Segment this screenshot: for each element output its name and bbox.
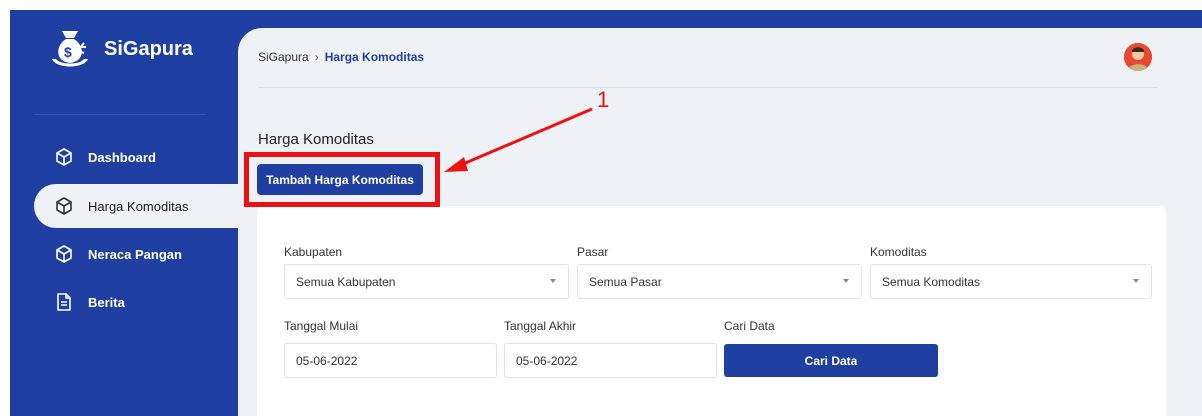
sidebar-item-label: Neraca Pangan	[88, 246, 182, 262]
breadcrumb-root[interactable]: SiGapura	[258, 50, 309, 64]
komoditas-value: Semua Komoditas	[882, 274, 981, 289]
brand-name: SiGapura	[104, 37, 193, 60]
header-divider	[258, 87, 1158, 88]
kabupaten-value: Semua Kabupaten	[296, 274, 396, 289]
sidebar-item-berita[interactable]: Berita	[34, 280, 240, 324]
page-title: Harga Komoditas	[258, 131, 374, 148]
cube-icon	[54, 147, 74, 167]
money-bag-icon: $	[52, 31, 88, 67]
kabupaten-select[interactable]: Semua Kabupaten	[284, 264, 569, 299]
tanggal-mulai-label: Tanggal Mulai	[284, 319, 359, 333]
tanggal-akhir-value: 05-06-2022	[516, 353, 578, 368]
filter-card: Kabupaten Semua Kabupaten Pasar Semua Pa…	[257, 206, 1166, 416]
annotation-arrow-icon	[444, 107, 593, 172]
sidebar-item-neraca-pangan[interactable]: Neraca Pangan	[34, 232, 240, 276]
svg-text:$: $	[64, 44, 72, 60]
breadcrumb-separator: ›	[314, 50, 319, 64]
cari-data-label: Cari Data	[724, 319, 775, 333]
chevron-down-icon	[550, 279, 556, 283]
tanggal-mulai-value: 05-06-2022	[296, 353, 358, 368]
sidebar-item-label: Dashboard	[88, 149, 156, 165]
document-icon	[54, 292, 74, 312]
brand-logo[interactable]: $ SiGapura	[50, 27, 193, 71]
tanggal-akhir-field[interactable]: 05-06-2022	[504, 343, 717, 378]
chevron-down-icon	[843, 279, 849, 283]
sidebar-item-label: Harga Komoditas	[88, 198, 189, 214]
sidebar-item-label: Berita	[88, 294, 125, 310]
kabupaten-label: Kabupaten	[284, 245, 343, 259]
breadcrumb: SiGapura › Harga Komoditas	[258, 50, 424, 64]
sidebar-item-harga-komoditas[interactable]: Harga Komoditas	[34, 184, 240, 228]
search-button[interactable]: Cari Data	[724, 344, 938, 377]
komoditas-select[interactable]: Semua Komoditas	[870, 264, 1152, 299]
tanggal-mulai-field[interactable]: 05-06-2022	[284, 343, 497, 378]
tanggal-akhir-label: Tanggal Akhir	[504, 319, 577, 333]
avatar[interactable]	[1124, 43, 1152, 71]
komoditas-label: Komoditas	[870, 245, 927, 259]
app-window: $ SiGapura Dashboard Harga Komoditas Ner…	[10, 10, 1202, 416]
main-content: SiGapura › Harga Komoditas Harga Komoditas…	[238, 28, 1202, 416]
sidebar-divider	[34, 114, 206, 115]
pasar-select[interactable]: Semua Pasar	[577, 264, 862, 299]
breadcrumb-current: Harga Komoditas	[324, 50, 425, 64]
chevron-down-icon	[1133, 279, 1139, 283]
cube-icon	[54, 244, 74, 264]
pasar-value: Semua Pasar	[589, 274, 662, 289]
annotation-highlight-box	[244, 152, 440, 207]
pasar-label: Pasar	[577, 245, 609, 259]
sidebar-item-dashboard[interactable]: Dashboard	[34, 135, 240, 179]
cube-icon	[54, 196, 74, 216]
